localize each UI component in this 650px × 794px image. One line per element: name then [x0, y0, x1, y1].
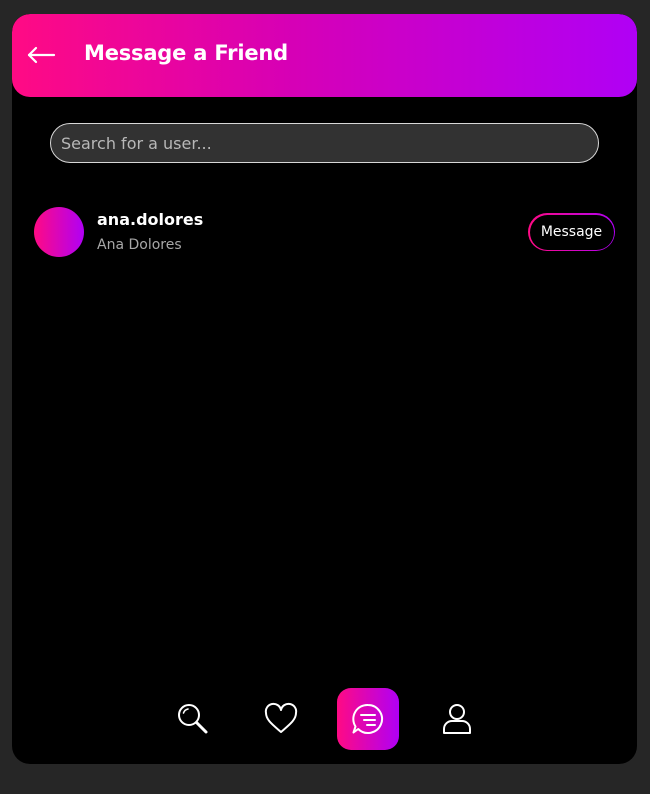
back-button[interactable]: [26, 40, 58, 70]
username[interactable]: ana.dolores: [97, 210, 203, 229]
nav-search[interactable]: [162, 688, 224, 750]
heart-icon: [264, 702, 298, 733]
full-name: Ana Dolores: [97, 237, 182, 253]
search-icon: [178, 704, 208, 734]
nav-favorites[interactable]: [250, 688, 312, 750]
avatar[interactable]: [34, 207, 84, 257]
list-item: ana.dolores Ana Dolores Message: [34, 206, 615, 258]
bottom-nav: [12, 686, 637, 752]
header-bar: Message a Friend: [12, 14, 637, 97]
message-button[interactable]: Message: [528, 213, 615, 251]
arrow-left-icon: [27, 46, 56, 64]
nav-messages[interactable]: [337, 688, 399, 750]
user-icon: [443, 704, 471, 734]
chat-icon: [352, 703, 383, 734]
search-input[interactable]: [50, 123, 599, 163]
app-window: Message a Friend ana.dolores Ana Dolores…: [12, 14, 637, 764]
page-title: Message a Friend: [84, 41, 288, 65]
nav-profile[interactable]: [426, 688, 488, 750]
message-button-label: Message: [529, 214, 614, 250]
